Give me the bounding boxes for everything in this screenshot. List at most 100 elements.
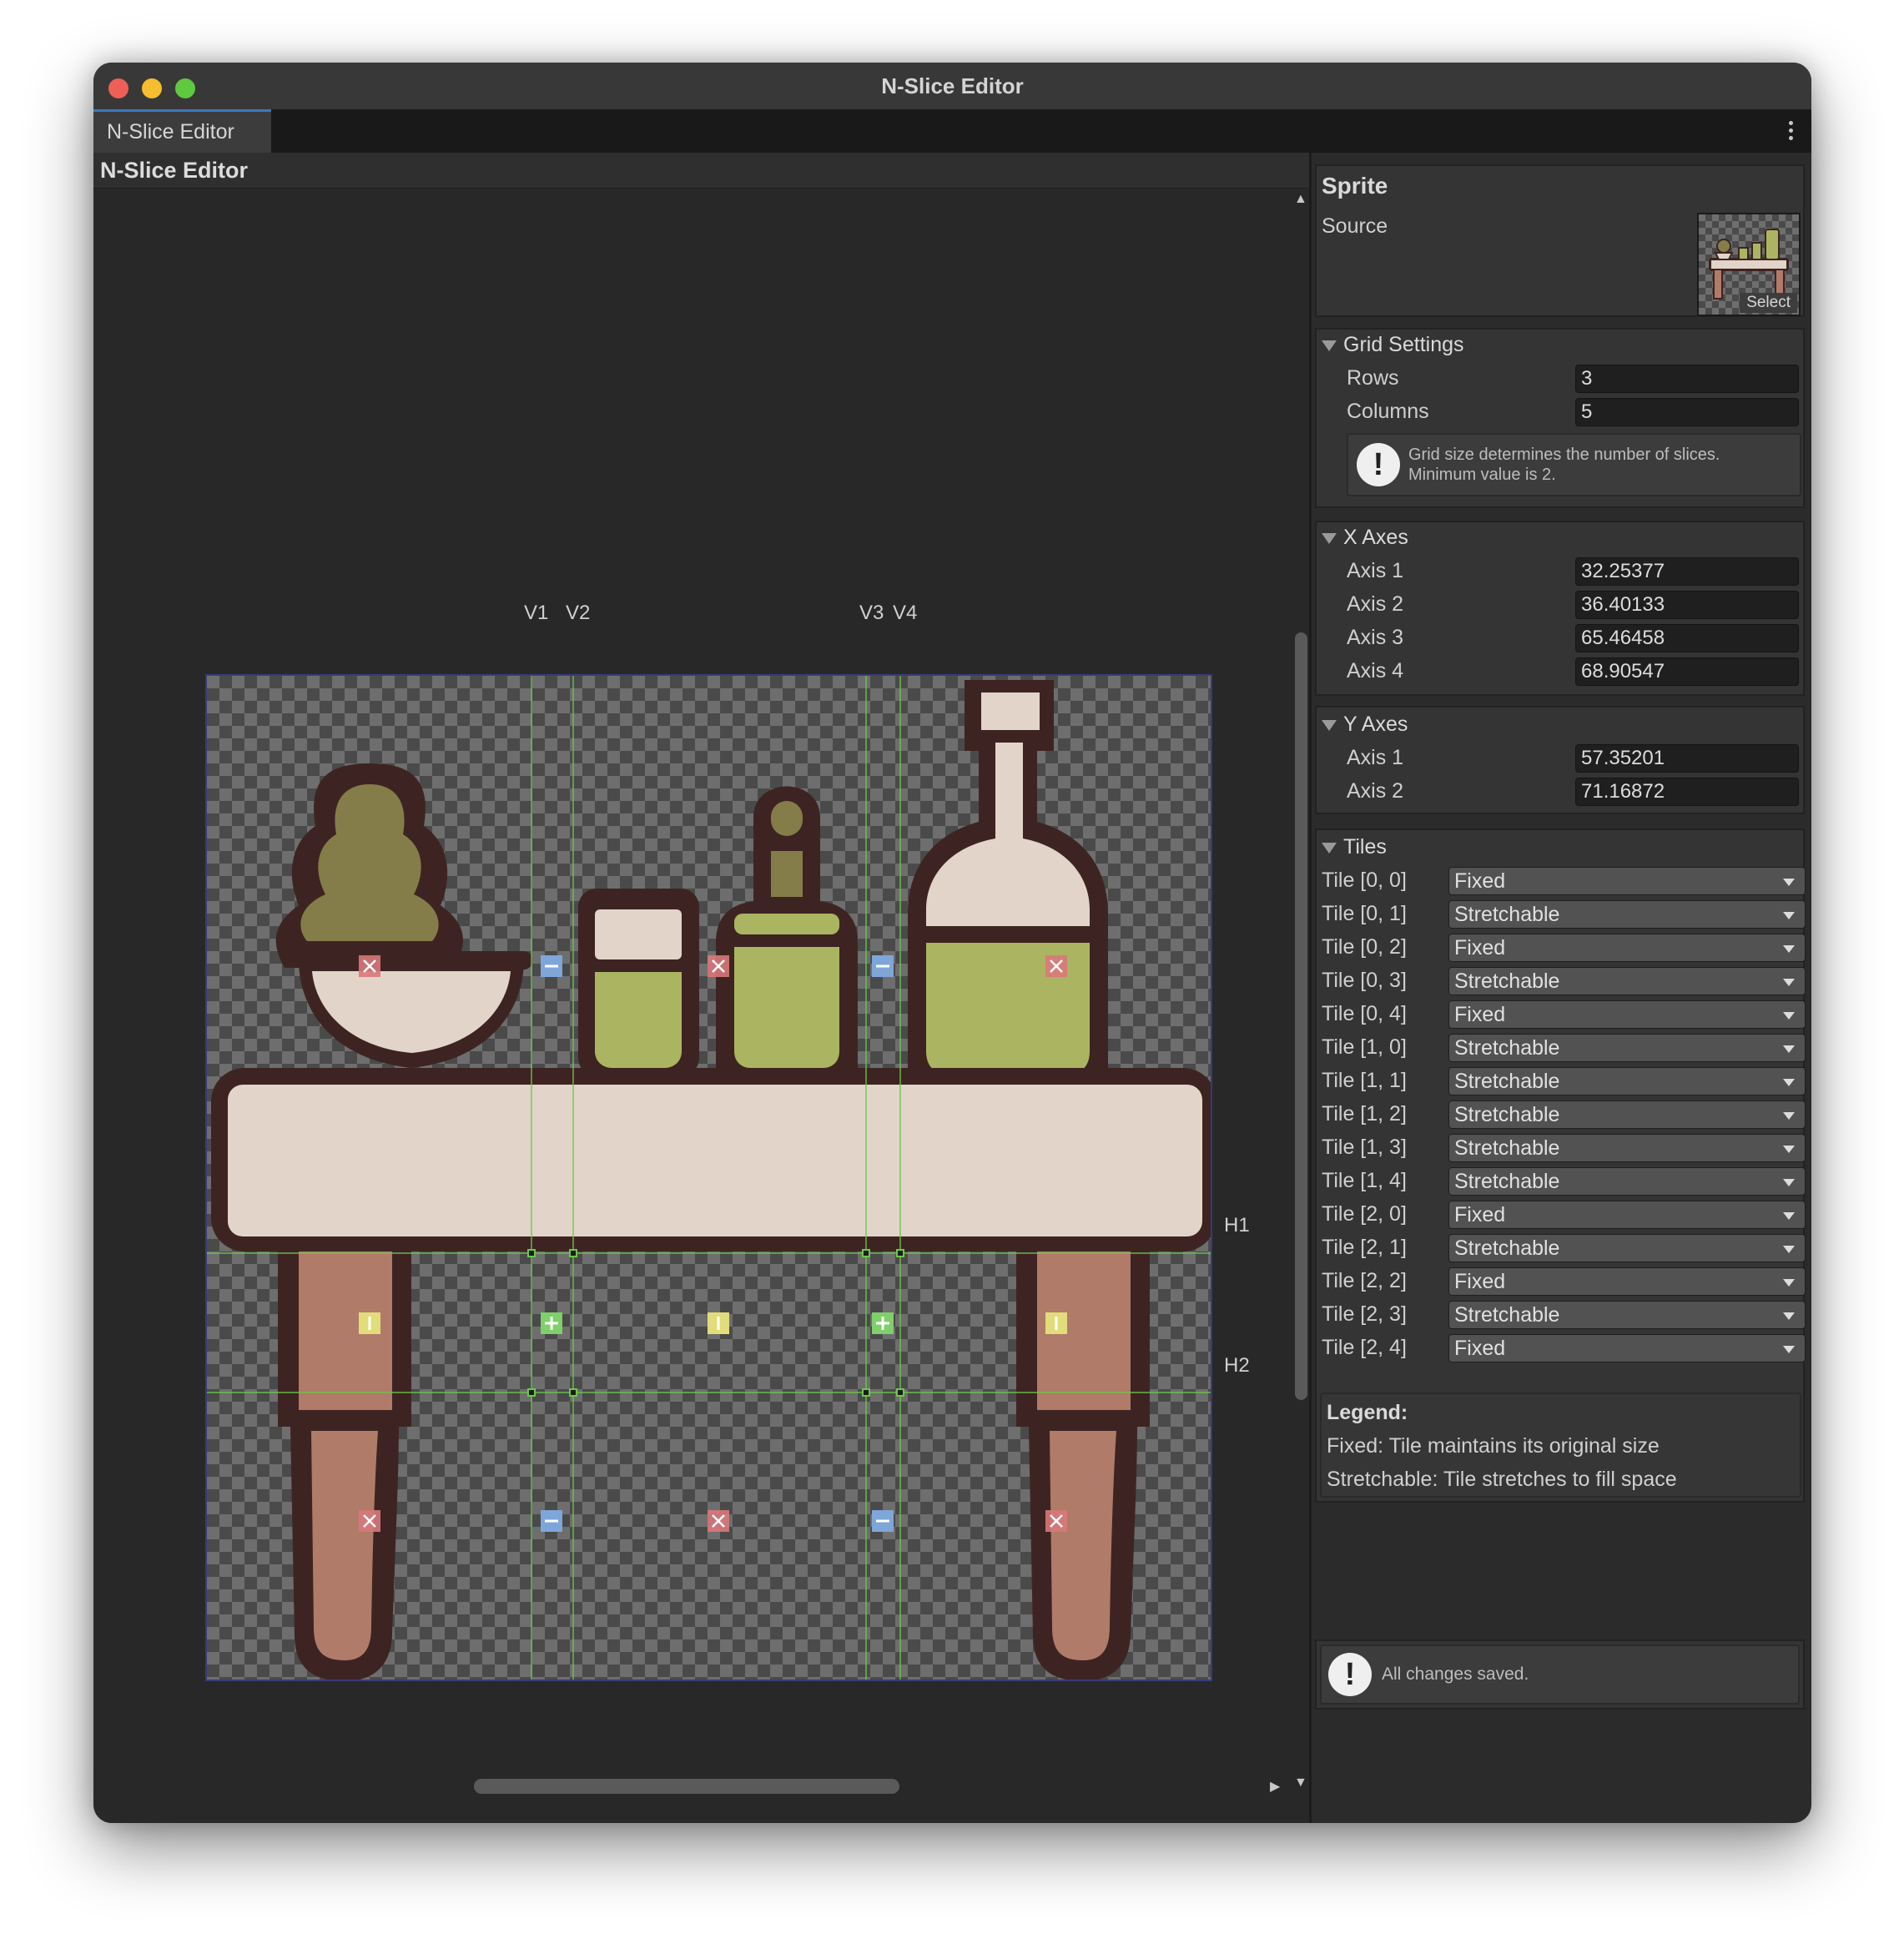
tile-mode-dropdown[interactable]: Fixed — [1448, 1334, 1806, 1362]
horizontal-stretch-icon[interactable] — [872, 955, 894, 977]
y-axes-title: Y Axes — [1343, 713, 1408, 736]
vertical-stretch-icon[interactable] — [359, 1312, 380, 1334]
handle[interactable] — [862, 1249, 870, 1257]
fixed-tile-icon[interactable] — [708, 1510, 729, 1532]
handle[interactable] — [569, 1388, 577, 1397]
info-icon: ! — [1357, 443, 1400, 486]
horizontal-stretch-icon[interactable] — [872, 1510, 894, 1532]
fixed-tile-icon[interactable] — [1045, 1510, 1067, 1532]
tile-mode-dropdown[interactable]: Stretchable — [1448, 1301, 1806, 1329]
source-thumbnail[interactable]: Select — [1697, 213, 1801, 316]
horizontal-stretch-icon[interactable] — [541, 1510, 562, 1532]
select-button[interactable]: Select — [1740, 293, 1797, 313]
tiles-panel: Tiles Tile [0, 0] Fixed Tile [0, 1] Stretch… — [1315, 828, 1806, 1503]
tile-mode-dropdown[interactable]: Stretchable — [1448, 1067, 1806, 1095]
both-stretch-icon[interactable] — [541, 1312, 562, 1334]
fixed-tile-icon[interactable] — [708, 955, 729, 977]
columns-field[interactable]: 5 — [1575, 398, 1799, 426]
handle[interactable] — [527, 1388, 536, 1397]
x-axis-3-field[interactable]: 65.46458 — [1575, 624, 1799, 652]
grid-help-line2: Minimum value is 2. — [1408, 466, 1556, 484]
editor-window: N-Slice Editor N-Slice Editor N-Slice Ed… — [93, 63, 1811, 1823]
x-axis-label: Axis 3 — [1347, 626, 1404, 649]
tile-mode-dropdown[interactable]: Stretchable — [1448, 1167, 1806, 1196]
status-panel: ! All changes saved. — [1315, 1639, 1805, 1710]
x-axis-2-field[interactable]: 36.40133 — [1575, 591, 1799, 619]
tile-mode-value: Fixed — [1454, 1003, 1506, 1026]
handle[interactable] — [896, 1249, 904, 1257]
x-axis-1-field[interactable]: 32.25377 — [1575, 557, 1799, 586]
fixed-tile-icon[interactable] — [359, 1510, 380, 1532]
tile-mode-dropdown[interactable]: Stretchable — [1448, 1234, 1806, 1262]
rows-field[interactable]: 3 — [1575, 365, 1799, 393]
tile-mode-value: Stretchable — [1454, 1036, 1560, 1060]
tab-nslice-editor[interactable]: N-Slice Editor — [93, 109, 271, 153]
axis-label-h1: H1 — [1224, 1214, 1250, 1236]
large-bottle — [908, 680, 1108, 1089]
y-axis-1-field[interactable]: 57.35201 — [1575, 744, 1799, 773]
tile-mode-dropdown[interactable]: Stretchable — [1448, 1134, 1806, 1162]
grid-help-box: ! Grid size determines the number of sli… — [1347, 433, 1801, 496]
vertical-stretch-icon[interactable] — [1045, 1312, 1067, 1334]
legend-title: Legend: — [1327, 1401, 1408, 1424]
handle[interactable] — [569, 1249, 577, 1257]
handle[interactable] — [862, 1388, 870, 1397]
tile-mode-dropdown[interactable]: Fixed — [1448, 934, 1806, 962]
grid-settings-header[interactable]: Grid Settings — [1322, 333, 1464, 357]
tile-mode-dropdown[interactable]: Stretchable — [1448, 967, 1806, 995]
fixed-tile-icon[interactable] — [1045, 955, 1067, 977]
y-axis-2-field[interactable]: 71.16872 — [1575, 778, 1799, 806]
axis-label-v1: V1 — [524, 602, 549, 624]
foldout-arrow-icon — [1322, 340, 1337, 351]
tile-mode-value: Fixed — [1454, 936, 1506, 959]
foldout-arrow-icon — [1322, 842, 1337, 854]
y-axes-header[interactable]: Y Axes — [1322, 713, 1408, 737]
vertical-scrollbar[interactable]: ▲ ▼ — [1292, 188, 1309, 1790]
tile-mode-value: Stretchable — [1454, 969, 1560, 993]
vertical-scroll-thumb[interactable] — [1295, 632, 1307, 1400]
horizontal-stretch-icon[interactable] — [541, 955, 562, 977]
sprite-canvas[interactable] — [205, 674, 1212, 1681]
scroll-right-icon[interactable]: ▶ — [1270, 1780, 1280, 1794]
title-bar: N-Slice Editor — [93, 63, 1811, 110]
tile-mode-dropdown[interactable]: Fixed — [1448, 1201, 1806, 1229]
horizontal-scroll-thumb[interactable] — [474, 1779, 899, 1794]
tiles-header[interactable]: Tiles — [1322, 835, 1387, 859]
handle[interactable] — [896, 1388, 904, 1397]
tile-mode-value: Stretchable — [1454, 1070, 1560, 1093]
handle[interactable] — [527, 1249, 536, 1257]
source-label: Source — [1322, 214, 1388, 238]
vertical-stretch-icon[interactable] — [708, 1312, 729, 1334]
tile-mode-value: Fixed — [1454, 1337, 1506, 1360]
x-axis-4-field[interactable]: 68.90547 — [1575, 657, 1799, 686]
legend-box: Legend: Fixed: Tile maintains its origin… — [1320, 1393, 1801, 1498]
chevron-down-icon — [1783, 1346, 1795, 1353]
tile-mode-dropdown[interactable]: Fixed — [1448, 1000, 1806, 1029]
tile-mode-dropdown[interactable]: Stretchable — [1448, 1034, 1806, 1062]
tile-mode-dropdown[interactable]: Fixed — [1448, 1267, 1806, 1296]
chevron-down-icon — [1783, 1079, 1795, 1086]
tile-mode-value: Fixed — [1454, 869, 1506, 893]
scroll-down-icon[interactable]: ▼ — [1294, 1776, 1307, 1790]
legend-fixed: Fixed: Tile maintains its original size — [1327, 1434, 1660, 1458]
axis-label-v3: V3 — [859, 602, 884, 624]
tile-mode-dropdown[interactable]: Stretchable — [1448, 1100, 1806, 1129]
both-stretch-icon[interactable] — [872, 1312, 894, 1334]
chevron-down-icon — [1783, 879, 1795, 886]
rows-label: Rows — [1347, 366, 1399, 390]
x-axis-label: Axis 2 — [1347, 592, 1404, 616]
status-box: ! All changes saved. — [1320, 1644, 1800, 1705]
more-options-icon[interactable] — [1789, 118, 1793, 144]
tile-mode-dropdown[interactable]: Stretchable — [1448, 900, 1806, 929]
tile-label: Tile [2, 3] — [1322, 1302, 1407, 1326]
tile-label: Tile [1, 0] — [1322, 1035, 1407, 1059]
fixed-tile-icon[interactable] — [359, 955, 380, 977]
chevron-down-icon — [1783, 1045, 1795, 1053]
chevron-down-icon — [1783, 1279, 1795, 1287]
scroll-up-icon[interactable]: ▲ — [1294, 193, 1307, 206]
x-axes-header[interactable]: X Axes — [1322, 526, 1408, 550]
axis-label-h2: H2 — [1224, 1354, 1250, 1377]
tile-label: Tile [1, 4] — [1322, 1169, 1407, 1192]
tile-mode-dropdown[interactable]: Fixed — [1448, 867, 1806, 895]
legend-stretchable: Stretchable: Tile stretches to fill spac… — [1327, 1468, 1677, 1491]
